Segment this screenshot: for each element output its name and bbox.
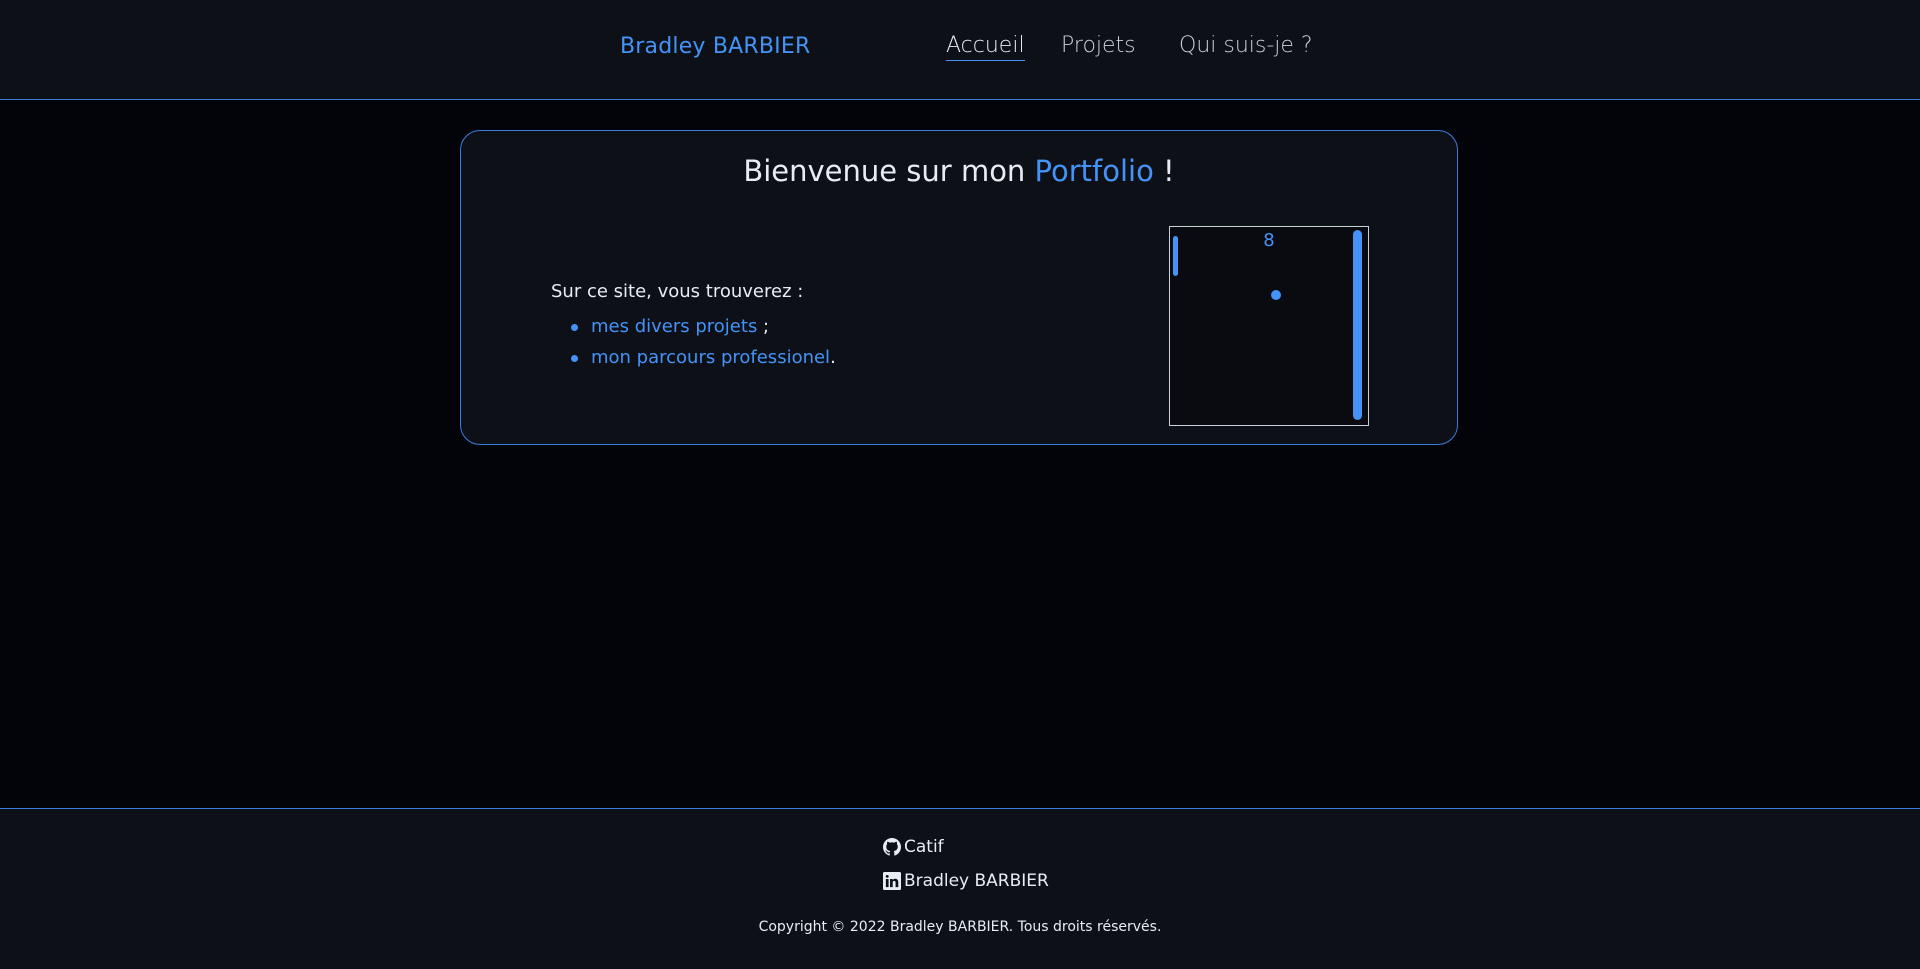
- intro-text: Sur ce site, vous trouverez :: [551, 281, 804, 302]
- linkedin-label: Bradley BARBIER: [904, 871, 1049, 891]
- game-score: 8: [1263, 230, 1275, 251]
- right-paddle: [1353, 230, 1362, 420]
- site-header: Bradley BARBIER Accueil Projets Qui suis…: [0, 0, 1920, 100]
- brand-link[interactable]: Bradley BARBIER: [620, 34, 810, 59]
- title-accent: Portfolio: [1034, 154, 1154, 188]
- github-label: Catif: [904, 837, 944, 857]
- nav-projets[interactable]: Projets: [1061, 33, 1136, 58]
- projects-link[interactable]: mes divers projets: [591, 316, 757, 337]
- game-ball: [1271, 290, 1281, 300]
- content-list: mes divers projets ; mon parcours profes…: [551, 311, 836, 373]
- linkedin-link[interactable]: Bradley BARBIER: [883, 871, 1049, 891]
- copyright-text: Copyright © 2022 Bradley BARBIER. Tous d…: [758, 919, 1162, 935]
- left-paddle: [1173, 236, 1178, 276]
- title-suffix: !: [1153, 154, 1175, 188]
- linkedin-icon: [883, 872, 901, 890]
- welcome-card: Bienvenue sur mon Portfolio ! Sur ce sit…: [460, 130, 1458, 445]
- career-link[interactable]: mon parcours professionel: [591, 347, 830, 368]
- list-item-suffix: ;: [757, 316, 770, 337]
- list-item: mes divers projets ;: [551, 311, 836, 342]
- bullet-icon: [571, 355, 578, 362]
- page-title: Bienvenue sur mon Portfolio !: [461, 154, 1457, 188]
- list-item-suffix: .: [830, 347, 836, 368]
- nav-qui-suis-je[interactable]: Qui suis-je ?: [1179, 33, 1313, 58]
- nav-accueil[interactable]: Accueil: [946, 33, 1025, 61]
- title-prefix: Bienvenue sur mon: [743, 154, 1035, 188]
- list-item: mon parcours professionel.: [551, 342, 836, 373]
- github-link[interactable]: Catif: [883, 837, 944, 857]
- site-footer: Catif Bradley BARBIER Copyright © 2022 B…: [0, 808, 1920, 969]
- pong-game-canvas[interactable]: 8: [1169, 226, 1369, 426]
- bullet-icon: [571, 324, 578, 331]
- github-icon: [883, 838, 901, 856]
